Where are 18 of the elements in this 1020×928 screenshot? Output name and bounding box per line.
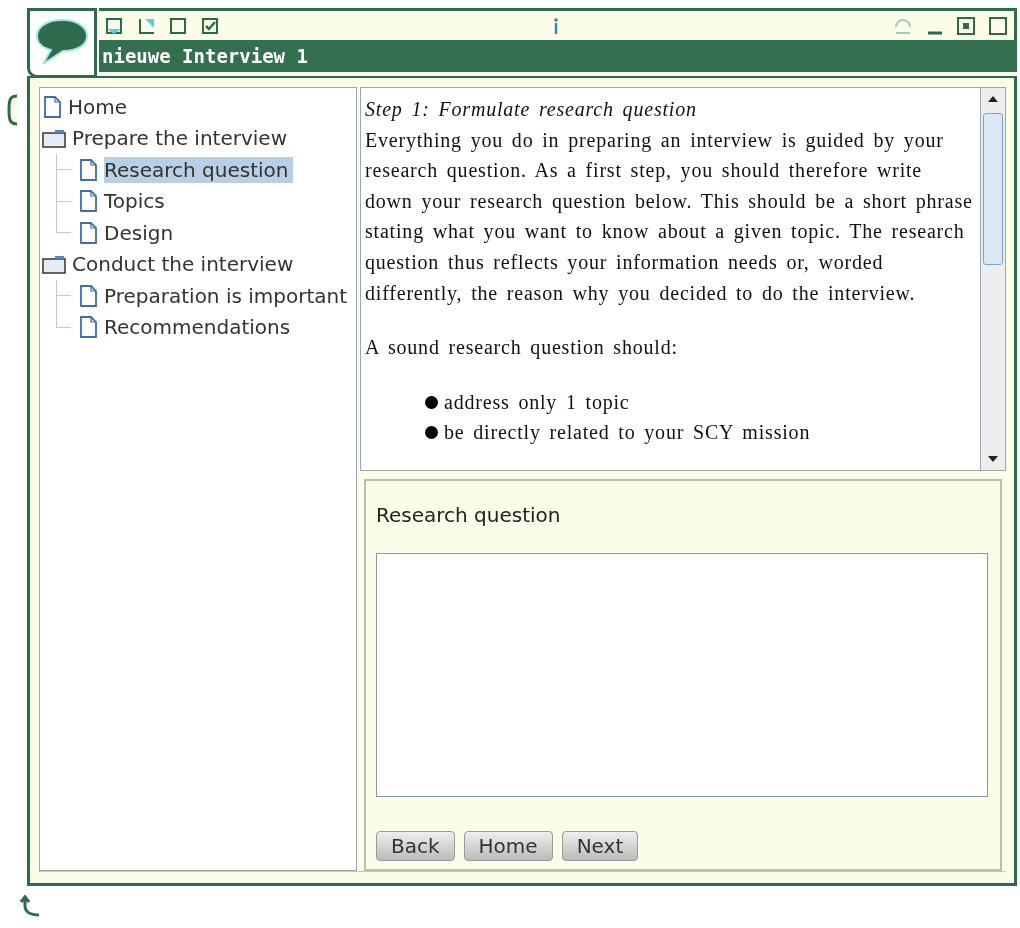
tree-item[interactable]: Prepare the interview [72,125,292,152]
list-item: be directly related to your SCY mission [444,420,811,446]
nav-button[interactable]: Home [463,831,553,861]
field-label: Research question [376,503,562,527]
nav-button[interactable]: Back [376,831,455,861]
tree-item[interactable]: Preparation is important [104,282,352,309]
tree-item[interactable]: Conduct the interview [72,251,298,278]
step-heading: Step 1: Formulate research question [365,97,698,123]
tree-item[interactable]: Topics [104,188,169,215]
nav-button[interactable]: Next [561,831,639,861]
tree-item[interactable]: Home [68,93,132,120]
paragraph: A sound research question should: [365,335,679,361]
list-item: address only 1 topic [444,389,630,416]
paragraph: Everything you do in preparing an interview is guided by your research question. As a first step, you should therefore write down your research question below. This should be a short phrase stating what you want to know about a given topic. The research question thus reflects your information needs or, worded differently, the reason why you decided to do the interview. [365,127,974,307]
tree-item[interactable]: Design [104,219,178,246]
tree-item[interactable]: Recommendations [104,314,295,341]
window-title: nieuwe Interview 1 [102,45,308,67]
tree-item[interactable]: Research question [104,156,293,183]
